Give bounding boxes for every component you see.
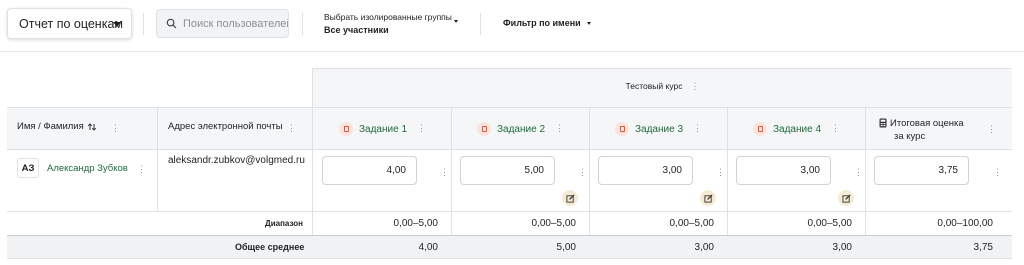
edit-grade-button[interactable] [562, 190, 578, 206]
assignment-2-header[interactable]: Задание 2 [477, 122, 545, 136]
range-value: 0,00–5,00 [669, 218, 715, 229]
grade-input-assignment-1[interactable] [322, 156, 417, 185]
assignment-3-menu-icon[interactable]: ⋮ [693, 123, 702, 134]
grade-input-assignment-3[interactable] [598, 156, 693, 185]
course-total-header: Итоговая оценка [890, 118, 964, 129]
group-selector[interactable]: Выбрать изолированные группы Все участни… [324, 12, 458, 36]
grade-cell-menu-icon[interactable]: ⋮ [440, 167, 449, 178]
range-value: 0,00–5,00 [393, 218, 439, 229]
assignment-4-header[interactable]: Задание 4 [753, 122, 821, 136]
grader-table: Тестовый курс ⋮ Имя / Фамилия ⋮ Адрес эле… [7, 68, 1017, 259]
group-selector-value: Все участники [324, 25, 389, 35]
report-type-select[interactable]: Отчет по оценкам [7, 8, 132, 39]
chevron-down-icon [454, 20, 458, 23]
assignment-2-menu-icon[interactable]: ⋮ [555, 123, 564, 134]
assignment-icon [477, 122, 491, 136]
student-menu-icon[interactable]: ⋮ [137, 164, 146, 175]
grade-input-assignment-2[interactable] [460, 156, 555, 185]
divider [302, 13, 303, 35]
student-name-link[interactable]: Александр Зубков [47, 163, 128, 174]
sort-icon[interactable] [87, 122, 97, 132]
course-total-menu-icon[interactable]: ⋮ [987, 124, 996, 135]
overall-average-label: Общее среднее [235, 242, 305, 252]
average-value: 3,00 [694, 242, 714, 253]
average-value-total: 3,75 [973, 242, 993, 253]
average-value: 4,00 [418, 242, 438, 253]
name-filter-label: Фильтр по имени [503, 18, 581, 28]
assignment-1-header[interactable]: Задание 1 [339, 122, 407, 136]
range-value-total: 0,00–100,00 [937, 218, 993, 229]
grade-cell-menu-icon[interactable]: ⋮ [578, 167, 587, 178]
edit-grade-button[interactable] [700, 190, 716, 206]
course-menu-icon[interactable]: ⋮ [690, 81, 699, 92]
average-value: 5,00 [556, 242, 576, 253]
course-header: Тестовый курс ⋮ [312, 68, 1012, 107]
chevron-down-icon [586, 22, 591, 26]
range-row: Диапазон 0,00–5,00 0,00–5,00 0,00–5,00 0… [7, 211, 1012, 235]
chevron-down-icon [113, 22, 121, 27]
assignment-icon [615, 122, 629, 136]
edit-grade-button[interactable] [838, 190, 854, 206]
report-type-label: Отчет по оценкам [19, 16, 124, 31]
assignment-4-menu-icon[interactable]: ⋮ [831, 123, 840, 134]
edit-icon [841, 193, 851, 203]
grade-input-assignment-4[interactable] [736, 156, 831, 185]
calculator-icon [879, 118, 887, 128]
grade-cell-menu-icon[interactable]: ⋮ [716, 167, 725, 178]
grader-toolbar: Отчет по оценкам Выбрать изолированные г… [0, 0, 1024, 52]
assignment-icon [339, 122, 353, 136]
grade-cell-menu-icon[interactable]: ⋮ [854, 167, 863, 178]
overall-average-row: Общее среднее 4,00 5,00 3,00 3,00 3,75 [7, 235, 1012, 259]
email-column-header: Адрес электронной почты [168, 121, 283, 132]
course-title: Тестовый курс [625, 81, 683, 91]
edit-icon [703, 193, 713, 203]
range-label: Диапазон [265, 219, 303, 228]
assignment-1-menu-icon[interactable]: ⋮ [417, 123, 426, 134]
course-total-input[interactable] [874, 156, 969, 185]
grade-cell-menu-icon[interactable]: ⋮ [993, 167, 1002, 178]
assignment-3-header[interactable]: Задание 3 [615, 122, 683, 136]
name-filter-dropdown[interactable]: Фильтр по имени [503, 18, 591, 28]
avatar: АЗ [17, 158, 39, 178]
divider [480, 13, 481, 35]
range-value: 0,00–5,00 [807, 218, 853, 229]
group-selector-label: Выбрать изолированные группы [324, 12, 452, 22]
course-total-header-line2: за курс [894, 131, 926, 142]
divider [157, 107, 158, 211]
user-search[interactable] [156, 9, 289, 38]
search-input[interactable] [183, 17, 288, 30]
name-column-menu-icon[interactable]: ⋮ [111, 123, 120, 134]
name-column-header[interactable]: Имя / Фамилия [17, 121, 84, 132]
assignment-icon [753, 122, 767, 136]
edit-icon [565, 193, 575, 203]
email-column-menu-icon[interactable]: ⋮ [287, 123, 296, 134]
search-icon [166, 18, 177, 29]
divider [143, 13, 144, 35]
average-value: 3,00 [832, 242, 852, 253]
range-value: 0,00–5,00 [531, 218, 577, 229]
student-email: aleksandr.zubkov@volgmed.ru [168, 155, 305, 166]
